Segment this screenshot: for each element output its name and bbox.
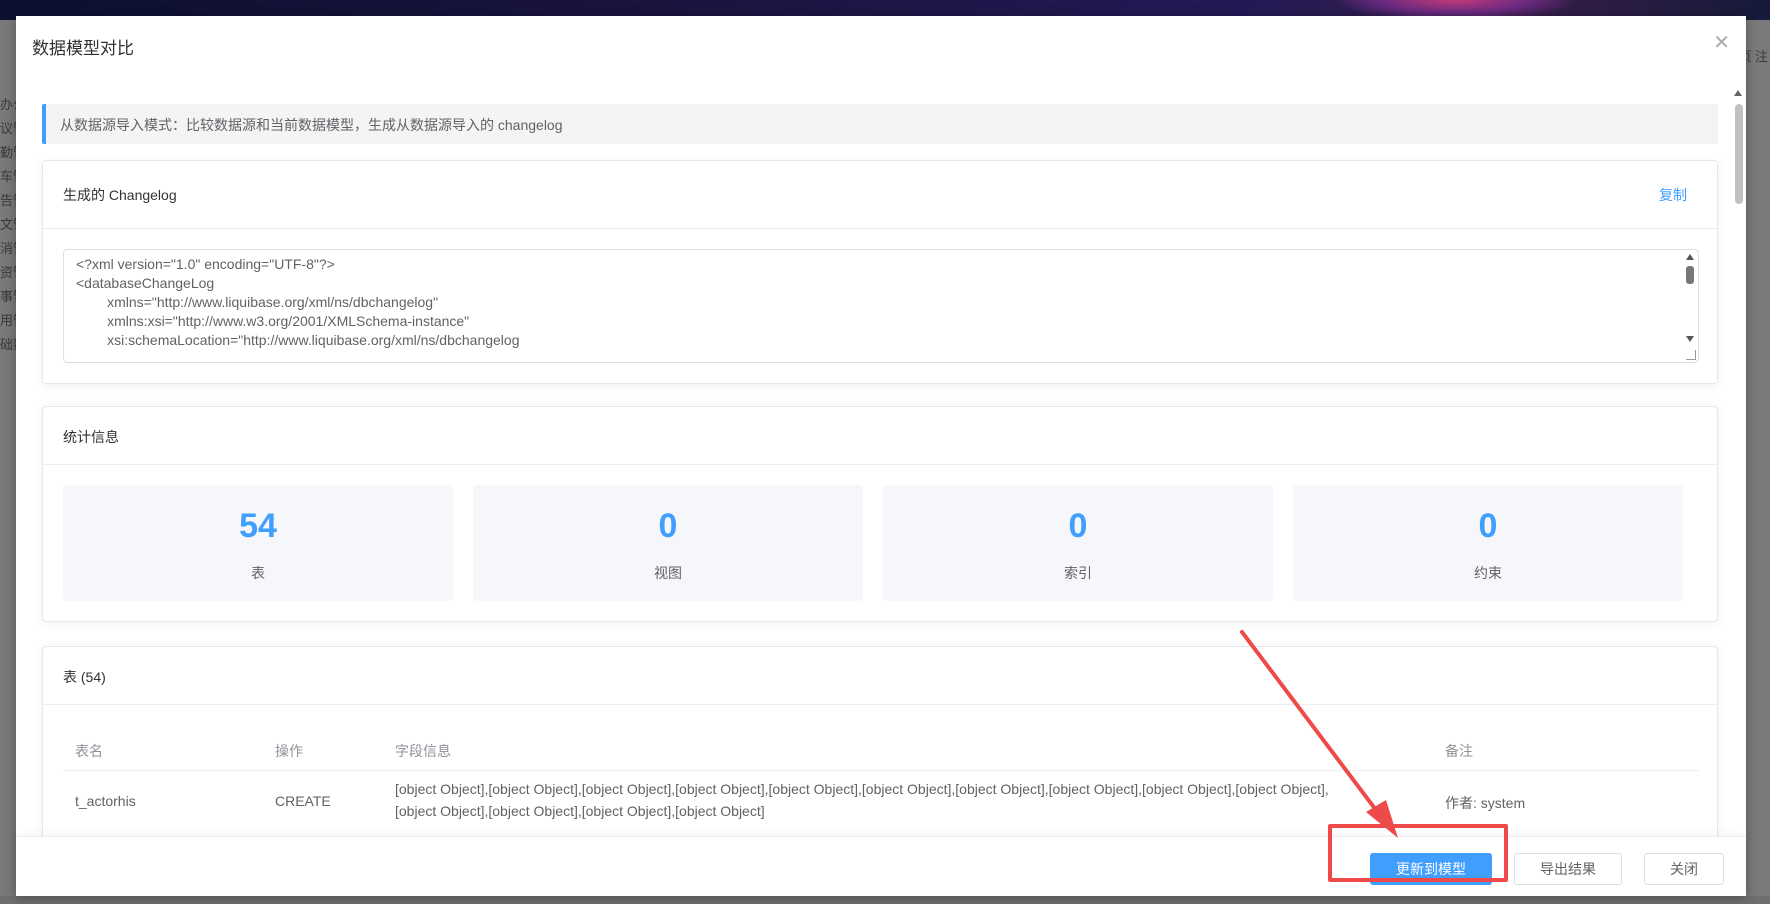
table-row: t_actorhis CREATE [object Object],[objec… [63, 771, 1699, 835]
bg-menu-item: 文管 [0, 217, 16, 232]
stat-value: 0 [658, 507, 678, 545]
changelog-card: 生成的 Changelog 复制 <?xml version="1.0" enc… [42, 160, 1718, 384]
cell-table-name: t_actorhis [75, 793, 136, 809]
alert-text: 从数据源导入模式：比较数据源和当前数据模型，生成从数据源导入的 changelo… [60, 117, 563, 133]
scroll-thumb[interactable] [1735, 104, 1743, 204]
stat-indexes: 0 索引 [883, 485, 1273, 601]
close-button[interactable]: 关闭 [1644, 853, 1724, 885]
background-bottom [0, 896, 1770, 904]
stat-value: 54 [239, 507, 277, 545]
cell-fields: [object Object],[object Object],[object … [395, 781, 1329, 797]
copy-button[interactable]: 复制 [1659, 185, 1687, 205]
bg-menu-item: 用管 [0, 313, 16, 328]
changelog-card-header: 生成的 Changelog 复制 [43, 161, 1717, 229]
code-line: xsi:schemaLocation="http://www.liquibase… [76, 332, 520, 348]
changelog-textarea[interactable]: <?xml version="1.0" encoding="UTF-8"?> <… [63, 249, 1699, 363]
scroll-up-icon[interactable] [1686, 254, 1694, 260]
column-header: 操作 [275, 743, 303, 759]
code-line: <databaseChangeLog [76, 275, 215, 291]
table-header: 表名 操作 字段信息 备注 [63, 727, 1699, 771]
column-header: 表名 [75, 743, 103, 759]
stat-label: 索引 [1064, 565, 1092, 581]
bg-menu-item: 车管 [0, 169, 16, 184]
background-sidebar: 办公 议管 勤管 车管 告管 文管 消管 资管 事管 用管 础数 [0, 20, 16, 904]
cell-fields: [object Object],[object Object],[object … [395, 803, 765, 819]
bg-menu-item: 础数 [0, 337, 16, 352]
bg-menu-item: 勤管 [0, 145, 16, 160]
bg-menu-item: 告管 [0, 193, 16, 208]
stat-label: 视图 [654, 565, 682, 581]
dialog-scrollbar[interactable] [1730, 72, 1746, 852]
cell-operation: CREATE [275, 793, 331, 809]
stat-constraints: 0 约束 [1293, 485, 1683, 601]
code-line: <?xml version="1.0" encoding="UTF-8"?> [76, 256, 335, 272]
compare-dialog: 数据模型对比 ✕ 从数据源导入模式：比较数据源和当前数据模型，生成从数据源导入的… [16, 16, 1746, 896]
tables-card: 表 (54) 表名 操作 字段信息 备注 t_actorhis CREATE [… [42, 646, 1718, 852]
stat-value: 0 [1478, 507, 1498, 545]
scroll-down-icon[interactable] [1686, 336, 1694, 342]
dialog-body: 从数据源导入模式：比较数据源和当前数据模型，生成从数据源导入的 changelo… [16, 72, 1730, 852]
column-header: 备注 [1445, 743, 1473, 759]
export-result-button[interactable]: 导出结果 [1514, 853, 1622, 885]
bg-menu-item: 议管 [0, 121, 16, 136]
update-to-model-button[interactable]: 更新到模型 [1370, 853, 1492, 885]
stat-label: 约束 [1474, 565, 1502, 581]
stat-value: 0 [1068, 507, 1088, 545]
tables-card-header: 表 (54) [43, 647, 1717, 705]
scroll-up-icon[interactable] [1734, 90, 1742, 96]
dialog-footer: 更新到模型 导出结果 关闭 [16, 836, 1746, 896]
bg-menu-item: 办公 [0, 97, 16, 112]
stat-label: 表 [251, 565, 265, 581]
scroll-thumb[interactable] [1686, 266, 1694, 284]
changelog-title: 生成的 Changelog [63, 187, 177, 203]
code-line: xmlns="http://www.liquibase.org/xml/ns/d… [76, 294, 439, 310]
resize-handle-icon[interactable] [1686, 350, 1696, 360]
dialog-header: 数据模型对比 ✕ [16, 16, 1746, 72]
bg-menu-item: 事管 [0, 289, 16, 304]
stat-views: 0 视图 [473, 485, 863, 601]
stats-card: 统计信息 54 表 0 视图 0 索引 0 约束 [42, 406, 1718, 622]
bg-menu-item: 资管 [0, 265, 16, 280]
stats-title: 统计信息 [63, 429, 119, 445]
info-alert: 从数据源导入模式：比较数据源和当前数据模型，生成从数据源导入的 changelo… [42, 104, 1718, 144]
bg-menu-item: 消管 [0, 241, 16, 256]
close-icon[interactable]: ✕ [1713, 30, 1730, 55]
dialog-title: 数据模型对比 [32, 39, 134, 58]
textarea-scrollbar[interactable] [1682, 250, 1698, 362]
column-header: 字段信息 [395, 743, 451, 759]
stat-tables: 54 表 [63, 485, 453, 601]
stats-card-header: 统计信息 [43, 407, 1717, 465]
tables-title: 表 (54) [63, 669, 106, 685]
code-line: xmlns:xsi="http://www.w3.org/2001/XMLSch… [76, 313, 470, 329]
cell-note: 作者: system [1445, 795, 1526, 811]
